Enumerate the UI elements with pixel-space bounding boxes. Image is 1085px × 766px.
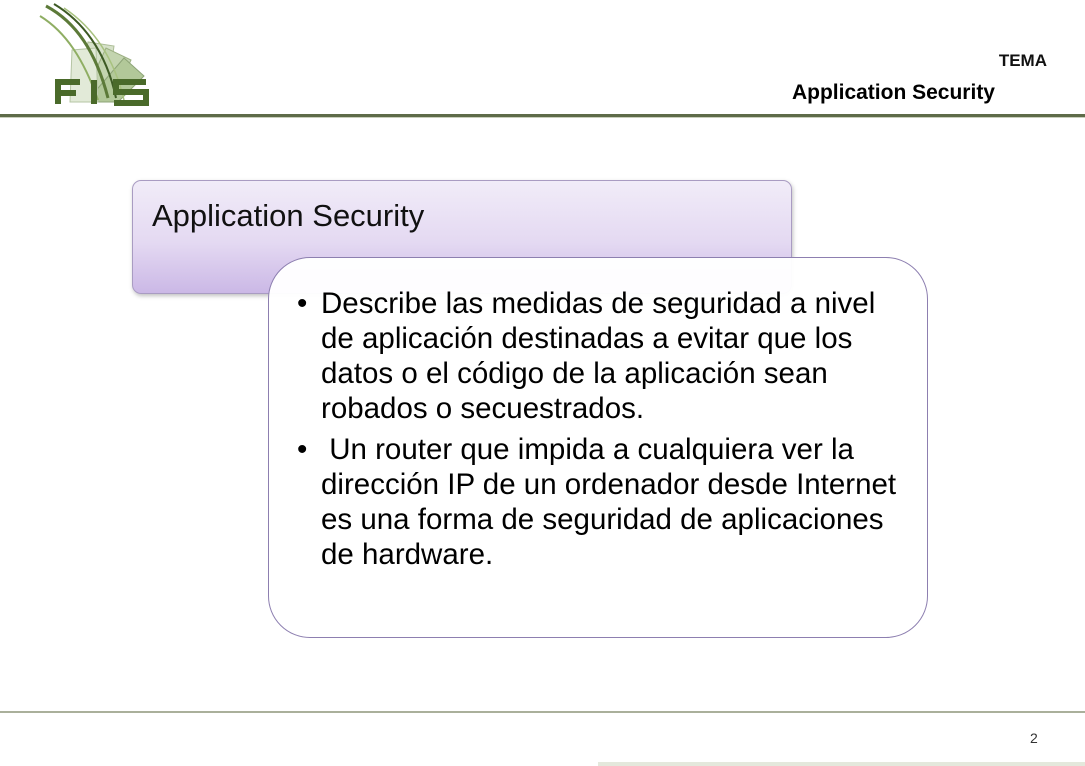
bullet-text: Describe las medidas de seguridad a nive… (321, 287, 884, 425)
bullet-text: Un router que impida a cualquiera ver la… (321, 433, 905, 571)
footer-accent-bar (598, 762, 1085, 766)
bullet-marker: • (297, 433, 308, 466)
header-title: Application Security (791, 81, 995, 104)
header-divider-shadow (0, 117, 1085, 118)
bullet-item: • Un router que impida a cualquiera ver … (297, 432, 897, 572)
content-box: • Describe las medidas de seguridad a ni… (268, 257, 928, 638)
slide-title: Application Security (152, 198, 425, 233)
bullet-item: • Describe las medidas de seguridad a ni… (297, 286, 897, 426)
bullet-list: • Describe las medidas de seguridad a ni… (297, 286, 897, 578)
tema-label: TEMA (998, 51, 1047, 70)
bullet-marker: • (297, 287, 308, 320)
page-number: 2 (1030, 730, 1038, 746)
fis-logo (36, 2, 160, 110)
footer-divider (0, 711, 1085, 713)
